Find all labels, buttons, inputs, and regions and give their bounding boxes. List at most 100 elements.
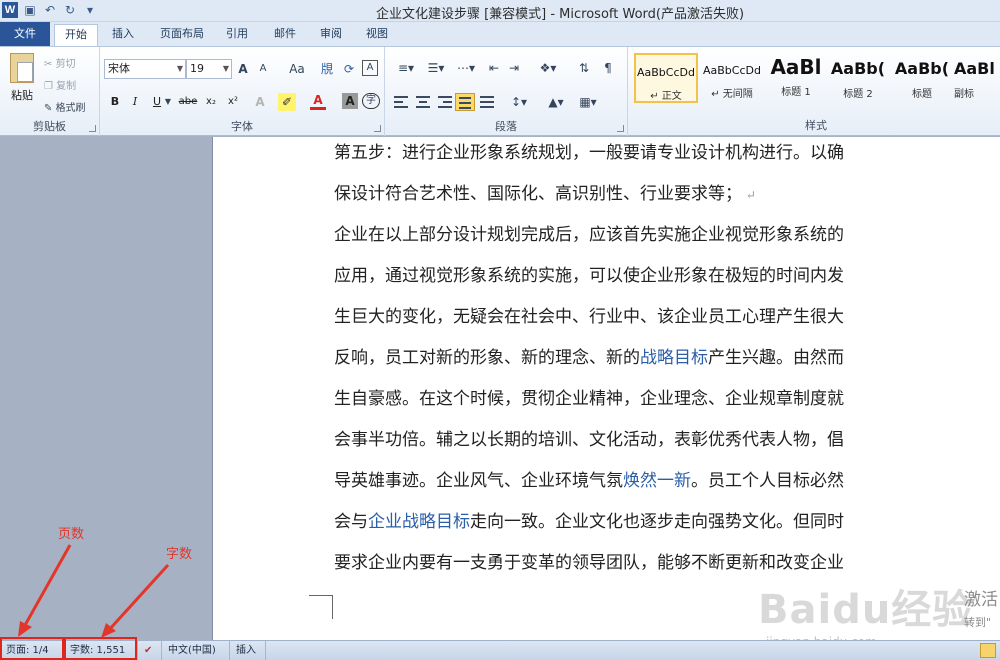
font-group-label: 字体 bbox=[231, 120, 253, 133]
chevron-down-icon[interactable]: ▼ bbox=[164, 93, 172, 111]
increase-indent-icon[interactable]: ⇥ bbox=[505, 59, 523, 77]
copy-label: 复制 bbox=[56, 81, 77, 92]
body-text: 要求企业内要有一支勇于变革的领导团队，能够不断更新和改变企业 bbox=[334, 553, 844, 573]
style-sample: AaBb( bbox=[830, 59, 886, 78]
font-launcher-icon[interactable] bbox=[374, 125, 381, 132]
clipboard-launcher-icon[interactable] bbox=[89, 125, 96, 132]
body-text: 产生兴趣。由然而 bbox=[708, 348, 844, 368]
italic-button[interactable]: I bbox=[128, 93, 142, 111]
style-normal[interactable]: AaBbCcDd ↵ 正文 bbox=[634, 53, 698, 103]
tab-page-layout[interactable]: 页面布局 bbox=[150, 24, 214, 46]
phonetic-guide-icon[interactable]: 覑 bbox=[318, 60, 336, 78]
paragraph-launcher-icon[interactable] bbox=[617, 125, 624, 132]
body-text: 。员工个人目标必然 bbox=[691, 471, 844, 491]
paste-label: 粘贴 bbox=[11, 89, 33, 102]
title-bar: W ▣ ↶ ↻ ▾ 企业文化建设步骤 [兼容模式] - Microsoft Wo… bbox=[0, 0, 1000, 22]
tab-references[interactable]: 引用 bbox=[216, 24, 258, 46]
font-size-select[interactable]: 19 ▼ bbox=[186, 59, 232, 79]
line-spacing-icon[interactable]: ↕▾ bbox=[507, 93, 531, 111]
styles-group-label: 样式 bbox=[805, 119, 827, 132]
tab-file[interactable]: 文件 bbox=[0, 22, 50, 46]
grow-font-label: A bbox=[238, 62, 248, 76]
decrease-indent-icon[interactable]: ⇤ bbox=[485, 59, 503, 77]
status-language[interactable]: 中文(中国) bbox=[162, 641, 230, 660]
activation-title: 激活 bbox=[964, 590, 998, 610]
tab-review[interactable]: 审阅 bbox=[310, 24, 352, 46]
underline-button[interactable]: U bbox=[150, 93, 164, 111]
hyperlink-text[interactable]: 战略目标 bbox=[640, 348, 708, 368]
chinese-layout-icon[interactable]: ❖▾ bbox=[535, 59, 561, 77]
style-subtitle[interactable]: AaBl 副标 bbox=[954, 53, 1000, 103]
paragraph-group: ≡▾ ☰▾ ⋯▾ ⇤ ⇥ ❖▾ ⇅ ¶ ↕▾ ▲▾ ▦▾ 段落 bbox=[385, 47, 628, 136]
document-body[interactable]: 第五步：进行企业形象系统规划，一般要请专业设计机构进行。以确 保设计符合艺术性、国… bbox=[334, 133, 886, 584]
body-text: 保设计符合艺术性、国际化、高识别性、行业要求等； bbox=[334, 184, 742, 204]
annotation-box-words bbox=[64, 637, 137, 660]
document-line: 企业在以上部分设计规划完成后，应该首先实施企业视觉形象系统的 bbox=[334, 215, 886, 256]
sort-icon[interactable]: ⇅ bbox=[575, 59, 593, 77]
annotation-words: 字数 bbox=[166, 547, 193, 562]
character-shading-icon[interactable]: A bbox=[342, 93, 358, 109]
ribbon: 粘贴 ✂ 剪切 ❐ 复制 ✎ 格式刷 剪贴板 宋体 ▼ 19 ▼ A A Aa 覑 … bbox=[0, 46, 1000, 136]
style-name: 副标 bbox=[954, 89, 974, 100]
style-sample: AaBb( bbox=[894, 59, 950, 78]
hyperlink-text[interactable]: 企业战略目标 bbox=[368, 512, 470, 532]
multilevel-list-icon[interactable]: ⋯▾ bbox=[453, 59, 479, 77]
text-effects-icon[interactable]: A bbox=[252, 93, 268, 111]
body-text: 走向一致。企业文化也逐步走向强势文化。但同时 bbox=[470, 512, 844, 532]
tab-insert[interactable]: 插入 bbox=[102, 24, 144, 46]
numbering-icon[interactable]: ☰▾ bbox=[423, 59, 449, 77]
distributed-button[interactable] bbox=[477, 93, 497, 111]
superscript-button[interactable]: x² bbox=[224, 93, 242, 111]
proofing-icon[interactable]: ✔ bbox=[138, 641, 162, 660]
grow-font-button[interactable]: A bbox=[236, 60, 250, 78]
shading-icon[interactable]: ▲▾ bbox=[543, 93, 569, 111]
hyperlink-text[interactable]: 焕然一新 bbox=[623, 471, 691, 491]
align-left-button[interactable] bbox=[391, 93, 411, 111]
borders-icon[interactable]: ▦▾ bbox=[575, 93, 601, 111]
style-name: 标题 1 bbox=[781, 87, 811, 98]
bold-button[interactable]: B bbox=[108, 93, 122, 111]
justify-button[interactable] bbox=[455, 93, 475, 111]
print-layout-view-icon[interactable] bbox=[980, 643, 996, 658]
body-text: 企业在以上部分设计规划完成后，应该首先实施企业视觉形象系统的 bbox=[334, 225, 844, 245]
body-text: 应用，通过视觉形象系统的实施，可以使企业形象在极短的时间内发 bbox=[334, 266, 844, 286]
body-text: 导英雄事迹。企业风气、企业环境气氛 bbox=[334, 471, 623, 491]
baidu-watermark: Baidu经验 jingyan.baidu.com bbox=[758, 577, 973, 649]
tab-home[interactable]: 开始 bbox=[54, 24, 98, 46]
copy-button[interactable]: ❐ 复制 bbox=[44, 77, 76, 92]
enclose-characters-icon[interactable]: 字 bbox=[362, 93, 380, 109]
body-text: 生巨大的变化，无疑会在社会中、行业中、该企业员工心理产生很大 bbox=[334, 307, 844, 327]
activation-notice: 激活 转到" bbox=[964, 585, 998, 630]
strikethrough-button[interactable]: abe bbox=[176, 93, 200, 111]
style-no-spacing[interactable]: AaBbCcDd ↵ 无间隔 bbox=[700, 53, 764, 103]
cut-button[interactable]: ✂ 剪切 bbox=[44, 55, 76, 70]
style-sample: AaBbCcDd bbox=[637, 66, 695, 79]
align-right-button[interactable] bbox=[435, 93, 455, 111]
align-center-button[interactable] bbox=[413, 93, 433, 111]
subscript-button[interactable]: x₂ bbox=[202, 93, 220, 111]
format-painter-button[interactable]: ✎ 格式刷 bbox=[44, 99, 86, 114]
tab-view[interactable]: 视图 bbox=[356, 24, 398, 46]
styles-gallery: AaBbCcDd ↵ 正文 AaBbCcDd ↵ 无间隔 AaBl 标题 1 A… bbox=[632, 51, 1000, 113]
character-border-icon[interactable]: A bbox=[362, 60, 378, 76]
show-marks-icon[interactable]: ¶ bbox=[599, 59, 617, 77]
document-line: 会事半功倍。辅之以长期的培训、文化活动，表彰优秀代表人物，倡 bbox=[334, 420, 886, 461]
change-case-button[interactable]: Aa bbox=[284, 60, 310, 78]
highlight-icon[interactable]: ✐ bbox=[278, 93, 296, 111]
status-bar: 页面: 1/4 字数: 1,551 ✔ 中文(中国) 插入 bbox=[0, 640, 1000, 660]
tab-mailings[interactable]: 邮件 bbox=[264, 24, 306, 46]
shrink-font-button[interactable]: A bbox=[256, 60, 270, 78]
bullets-icon[interactable]: ≡▾ bbox=[393, 59, 419, 77]
style-heading-1[interactable]: AaBl 标题 1 bbox=[764, 53, 828, 103]
style-heading-2[interactable]: AaBb( 标题 2 bbox=[826, 53, 890, 103]
status-insert-mode[interactable]: 插入 bbox=[230, 641, 266, 660]
font-family-select[interactable]: 宋体 ▼ bbox=[104, 59, 186, 79]
style-name: ↵ 无间隔 bbox=[711, 89, 753, 100]
style-title[interactable]: AaBb( 标题 bbox=[890, 53, 954, 103]
font-color-icon[interactable]: A bbox=[310, 93, 326, 110]
paragraph-group-label: 段落 bbox=[495, 120, 517, 133]
paste-button[interactable]: 粘贴 bbox=[6, 53, 38, 103]
clear-format-icon[interactable]: ⟳ bbox=[340, 60, 358, 78]
document-page[interactable]: 第五步：进行企业形象系统规划，一般要请专业设计机构进行。以确 保设计符合艺术性、国… bbox=[212, 137, 1000, 649]
body-text: 反响，员工对新的形象、新的理念、新的 bbox=[334, 348, 640, 368]
